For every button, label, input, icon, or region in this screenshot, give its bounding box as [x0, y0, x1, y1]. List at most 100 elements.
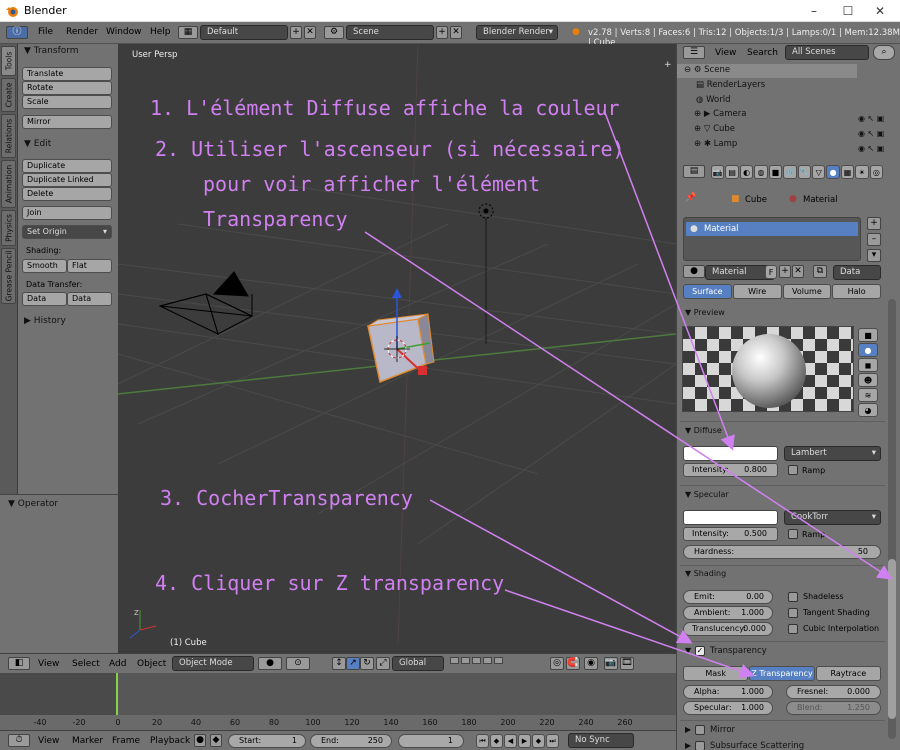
material-add-icon[interactable]: + — [779, 265, 791, 278]
layout-add-icon[interactable]: + — [290, 26, 302, 39]
menu-view[interactable]: View — [38, 736, 59, 746]
layers-tab-icon[interactable]: ▤ — [725, 165, 739, 179]
duplicate-button[interactable]: Duplicate — [22, 159, 112, 173]
specular-alpha-field[interactable]: Specular: 1.000 — [683, 701, 773, 715]
outliner-item-lamp[interactable]: ⊕ ✱ Lamp — [694, 139, 737, 149]
menu-frame[interactable]: Frame — [112, 736, 140, 746]
slot-menu-icon[interactable]: ▾ — [867, 249, 881, 262]
alpha-field[interactable]: Alpha: 1.000 — [683, 685, 773, 699]
specular-color-swatch[interactable] — [683, 510, 778, 525]
physics-tab-icon[interactable]: ◎ — [869, 165, 884, 179]
hardness-field[interactable]: Hardness: 50 — [683, 545, 881, 559]
constraints-tab-icon[interactable]: 🔗 — [783, 165, 797, 179]
properties-context-tabs[interactable]: 📷 ▤ ◐ ◍ ■ 🔗 🔧 ▽ ● ▦ ✴ ◎ — [711, 165, 884, 179]
render-engine-dropdown[interactable]: Blender Render ▾ — [476, 25, 558, 40]
outliner-item-renderlayers[interactable]: ▤ RenderLayers — [696, 80, 765, 90]
jump-start-icon[interactable]: ⏮ — [476, 734, 489, 748]
fresnel-field[interactable]: Fresnel: 0.000 — [786, 685, 881, 699]
tab-tools[interactable]: Tools — [1, 46, 16, 76]
diffuse-color-swatch[interactable] — [683, 446, 778, 461]
outliner-item-cube[interactable]: ⊕ ▽ Cube — [694, 124, 735, 134]
auto-key-icon[interactable]: ● — [194, 734, 206, 747]
tab-relations[interactable]: Relations — [1, 114, 16, 158]
texture-tab-icon[interactable]: ▦ — [840, 165, 855, 179]
viewport-shading-icon[interactable]: ● — [258, 657, 282, 670]
mirror-panel-header[interactable]: ▶ — [685, 725, 691, 734]
scale-manipulator-icon[interactable]: ⤢ — [376, 657, 390, 670]
ambient-field[interactable]: Ambient: 1.000 — [683, 606, 773, 620]
specular-ramp-checkbox[interactable] — [788, 529, 798, 539]
outliner-item-world[interactable]: ◍ World — [696, 95, 730, 105]
pivot-icon[interactable]: ⊙ — [286, 657, 310, 670]
3d-viewport[interactable]: User Persp + Z (1) Cube — [118, 44, 676, 653]
preview-sky-icon[interactable]: ◕ — [858, 403, 878, 417]
minimize-button[interactable]: – — [800, 2, 828, 20]
outliner-item-camera[interactable]: ⊕ ▶ Camera — [694, 109, 746, 119]
rotate-manipulator-icon[interactable]: ↻ — [360, 657, 374, 670]
mode-dropdown[interactable]: Object Mode — [172, 656, 254, 671]
sss-panel-header[interactable]: ▶ — [685, 741, 691, 750]
tangent-shading-checkbox[interactable] — [788, 608, 798, 618]
material-link-icon[interactable]: ⧉ — [813, 265, 827, 278]
translate-manipulator-icon[interactable]: ↗ — [346, 657, 360, 670]
play-icon[interactable]: ▶ — [518, 734, 531, 748]
editor-type-icon[interactable]: ◧ — [8, 657, 30, 670]
join-button[interactable]: Join — [22, 206, 112, 220]
emit-field[interactable]: Emit: 0.00 — [683, 590, 773, 604]
set-origin-dropdown[interactable]: Set Origin ▾ — [22, 225, 112, 239]
specular-shader-dropdown[interactable]: CookTorr ▾ — [784, 510, 881, 525]
diffuse-ramp-checkbox[interactable] — [788, 465, 798, 475]
lock-icon[interactable]: ◎ — [550, 657, 564, 670]
material-slot-list[interactable]: Material ● — [683, 217, 861, 261]
flat-button[interactable]: Flat — [67, 259, 112, 273]
preview-sphere-icon[interactable]: ● — [858, 343, 878, 357]
preview-flat-icon[interactable]: ■ — [858, 328, 878, 342]
sync-dropdown[interactable]: No Sync — [568, 733, 634, 748]
editor-type-icon[interactable]: ☰ — [683, 46, 705, 59]
mask-tab[interactable]: Mask — [683, 666, 749, 681]
diffuse-intensity-field[interactable]: Intensity: 0.800 — [683, 463, 778, 477]
prev-key-icon[interactable]: ◆ — [490, 734, 503, 748]
material-browse-icon[interactable]: ● — [683, 265, 705, 278]
operator-header[interactable]: ▼ Operator — [8, 499, 58, 509]
modifiers-tab-icon[interactable]: 🔧 — [797, 165, 811, 179]
translucency-field[interactable]: Translucency: 0.000 — [683, 622, 773, 636]
material-users-field[interactable]: F — [765, 265, 777, 279]
jump-end-icon[interactable]: ⏭ — [546, 734, 559, 748]
transparency-panel-header[interactable]: ▼ — [685, 646, 691, 655]
specular-intensity-field[interactable]: Intensity: 0.500 — [683, 527, 778, 541]
world-tab-icon[interactable]: ◍ — [754, 165, 768, 179]
search-icon[interactable]: ⌕ — [873, 45, 895, 60]
slot-add-icon[interactable]: + — [867, 217, 881, 230]
transform-panel-header[interactable]: ▼ Transform — [24, 46, 79, 56]
menu-window[interactable]: Window — [106, 27, 142, 37]
menu-select[interactable]: Select — [72, 659, 100, 669]
tab-create[interactable]: Create — [1, 78, 16, 112]
outliner-view-menu[interactable]: View — [715, 48, 736, 58]
maximize-button[interactable]: ☐ — [834, 2, 862, 20]
outliner-scope-dropdown[interactable]: All Scenes — [785, 45, 869, 60]
preview-panel-header[interactable]: ▼ Preview — [685, 308, 725, 317]
scene-browse-icon[interactable]: ⚙ — [324, 26, 344, 39]
tab-grease-pencil[interactable]: Grease Pencil — [1, 248, 16, 304]
opengl-anim-icon[interactable]: 🎞 — [620, 657, 634, 670]
data-tab-icon[interactable]: ▽ — [811, 165, 826, 179]
end-frame-field[interactable]: End: 250 — [310, 734, 392, 748]
editor-type-icon[interactable]: ⓘ — [6, 26, 28, 39]
close-button[interactable]: ✕ — [866, 2, 894, 20]
data-button[interactable]: Data — [22, 292, 67, 306]
z-transparency-tab[interactable]: Z Transparency — [749, 666, 815, 681]
material-link-dropdown[interactable]: Data — [833, 265, 881, 280]
menu-file[interactable]: File — [38, 27, 53, 37]
playback-controls[interactable]: ⏮ ◆ ◀ ▶ ◆ ⏭ — [476, 734, 562, 748]
material-remove-icon[interactable]: ✕ — [792, 265, 804, 278]
render-tab-icon[interactable]: 📷 — [711, 165, 725, 179]
particles-tab-icon[interactable]: ✴ — [855, 165, 869, 179]
orientation-dropdown[interactable]: Global — [392, 656, 444, 671]
transparency-method-tabs[interactable]: Mask Z Transparency Raytrace — [683, 666, 881, 681]
preview-type-buttons[interactable]: ■ ● ◼ ☻ ≋ ◕ — [858, 328, 880, 417]
manipulator-icon[interactable]: ↕ — [332, 657, 346, 670]
preview-cube-icon[interactable]: ◼ — [858, 358, 878, 372]
tab-physics[interactable]: Physics — [1, 210, 16, 246]
scene-remove-icon[interactable]: ✕ — [450, 26, 462, 39]
